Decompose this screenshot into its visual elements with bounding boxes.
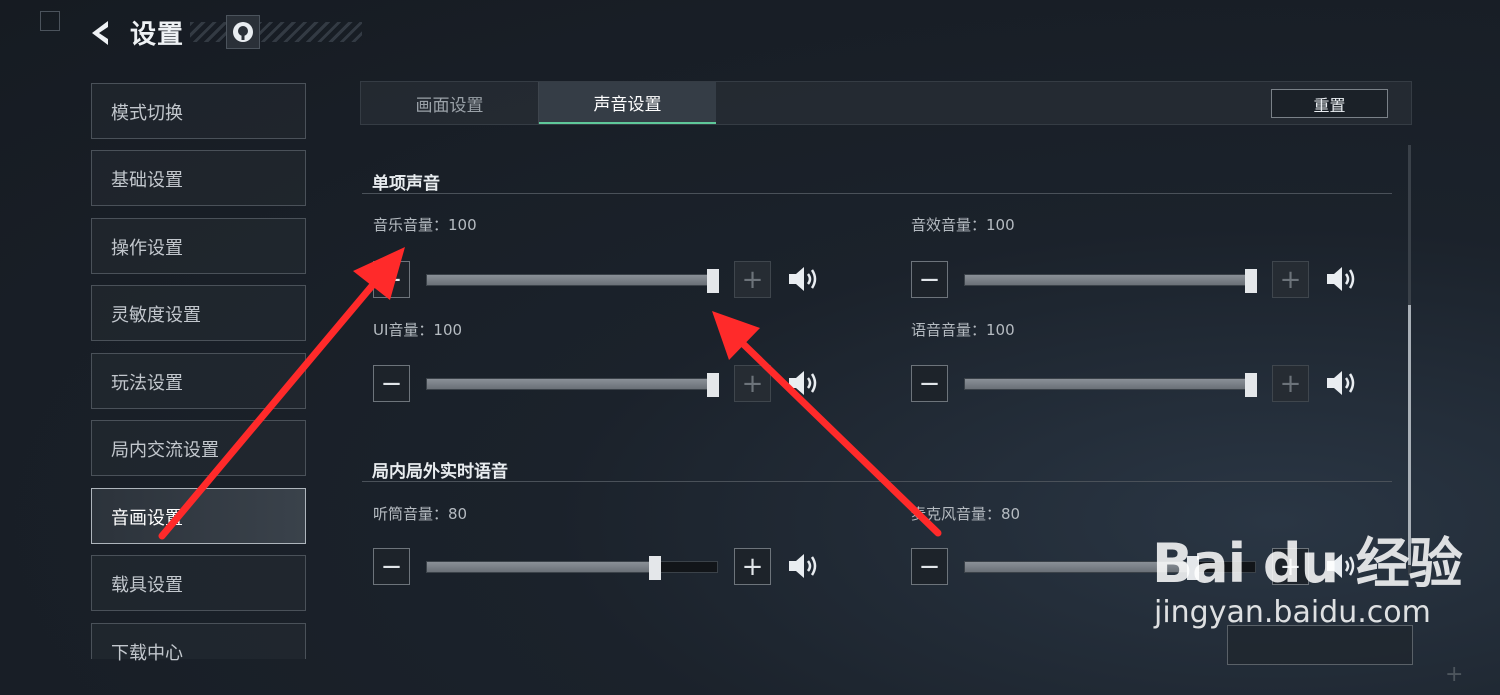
plus-decoration: +: [1445, 662, 1464, 687]
sidebar-item-mode[interactable]: 模式切换: [91, 83, 306, 139]
plus-button[interactable]: +: [1272, 548, 1309, 585]
tab-graphics[interactable]: 画面设置: [361, 82, 539, 124]
slider-handle[interactable]: [1245, 269, 1257, 293]
sidebar-item-label: 灵敏度设置: [111, 305, 201, 326]
plus-icon: +: [1279, 368, 1302, 399]
minus-button[interactable]: −: [373, 261, 410, 298]
minus-icon: −: [918, 551, 941, 582]
slider-fill: [427, 562, 659, 572]
sidebar-item-label: 基础设置: [111, 170, 183, 191]
tab-sound[interactable]: 声音设置: [539, 82, 716, 124]
slider-fill: [427, 379, 717, 389]
minus-icon: −: [380, 368, 403, 399]
volume-slider[interactable]: [964, 269, 1257, 293]
slider-handle[interactable]: [648, 556, 661, 580]
slider-label: 语音音量：100: [911, 321, 1015, 339]
plus-icon: +: [1279, 551, 1302, 582]
slider-handle[interactable]: [707, 269, 719, 293]
speaker-icon[interactable]: [786, 366, 820, 400]
plus-button[interactable]: +: [1272, 261, 1309, 298]
page-title: 设置: [130, 20, 185, 50]
sidebar-item-label: 音画设置: [111, 508, 183, 529]
minus-icon: −: [380, 551, 403, 582]
section-title-single-sound: 单项声音: [372, 174, 440, 194]
volume-slider[interactable]: [964, 556, 1256, 580]
sidebar-item-basic[interactable]: 基础设置: [91, 150, 306, 206]
arrow-right-head: [712, 311, 760, 360]
minus-icon: −: [918, 264, 941, 295]
back-arrow-icon[interactable]: [86, 18, 116, 48]
sidebar-item-controls[interactable]: 操作设置: [91, 218, 306, 274]
plus-icon: +: [741, 264, 764, 295]
minus-button[interactable]: −: [911, 548, 948, 585]
sidebar-item-label: 下载中心: [111, 643, 183, 664]
volume-slider[interactable]: [964, 373, 1257, 397]
slider-fill: [965, 379, 1255, 389]
sidebar-item-label: 局内交流设置: [111, 440, 219, 461]
sidebar-item-download[interactable]: 下载中心: [91, 623, 306, 664]
slider-handle[interactable]: [1245, 373, 1257, 397]
sidebar-item-label: 玩法设置: [111, 373, 183, 394]
sidebar-item-communication[interactable]: 局内交流设置: [91, 420, 306, 476]
slider-fill: [965, 562, 1197, 572]
speaker-icon[interactable]: [786, 262, 820, 296]
plus-icon: +: [1279, 264, 1302, 295]
header-stripes: [190, 22, 362, 42]
plus-button[interactable]: +: [1272, 365, 1309, 402]
section-title-realtime-voice: 局内局外实时语音: [372, 462, 508, 482]
help-icon[interactable]: [226, 15, 260, 49]
slider-label: 音乐音量：100: [373, 216, 477, 234]
slider-fill: [427, 275, 717, 285]
speaker-icon[interactable]: [1324, 549, 1358, 583]
bottom-button[interactable]: [1227, 625, 1413, 665]
tab-bar: 画面设置 声音设置 重置: [360, 81, 1412, 125]
volume-slider[interactable]: [426, 269, 719, 293]
slider-label: UI音量：100: [373, 321, 463, 339]
speaker-icon[interactable]: [1324, 262, 1358, 296]
slider-fill: [965, 275, 1255, 285]
sidebar-item-audio-visual[interactable]: 音画设置: [91, 488, 306, 544]
plus-icon: +: [741, 368, 764, 399]
speaker-icon[interactable]: [786, 549, 820, 583]
speaker-icon[interactable]: [1324, 366, 1358, 400]
slider-label: 听筒音量：80: [373, 505, 468, 523]
section-divider: [362, 193, 1392, 194]
scrollbar[interactable]: [1408, 145, 1411, 575]
minus-icon: −: [918, 368, 941, 399]
sidebar-item-label: 模式切换: [111, 103, 183, 124]
sidebar-item-gameplay[interactable]: 玩法设置: [91, 353, 306, 409]
minus-button[interactable]: −: [911, 261, 948, 298]
slider-handle[interactable]: [707, 373, 719, 397]
slider-label: 音效音量：100: [911, 216, 1015, 234]
slider-label: 麦克风音量：80: [911, 505, 1021, 523]
sidebar-item-sensitivity[interactable]: 灵敏度设置: [91, 285, 306, 341]
scrollbar-thumb[interactable]: [1408, 305, 1411, 565]
minus-button[interactable]: −: [373, 548, 410, 585]
plus-button[interactable]: +: [734, 261, 771, 298]
sidebar-item-label: 操作设置: [111, 238, 183, 259]
corner-decoration: [40, 11, 60, 31]
volume-slider[interactable]: [426, 373, 719, 397]
section-divider: [362, 481, 1392, 482]
plus-button[interactable]: +: [734, 548, 771, 585]
sidebar-item-label: 载具设置: [111, 575, 183, 596]
minus-button[interactable]: −: [373, 365, 410, 402]
minus-icon: −: [380, 264, 403, 295]
plus-button[interactable]: +: [734, 365, 771, 402]
slider-handle[interactable]: [1186, 556, 1199, 580]
plus-icon: +: [741, 551, 764, 582]
sidebar-item-vehicle[interactable]: 载具设置: [91, 555, 306, 611]
reset-button[interactable]: 重置: [1271, 89, 1388, 118]
volume-slider[interactable]: [426, 556, 718, 580]
minus-button[interactable]: −: [911, 365, 948, 402]
